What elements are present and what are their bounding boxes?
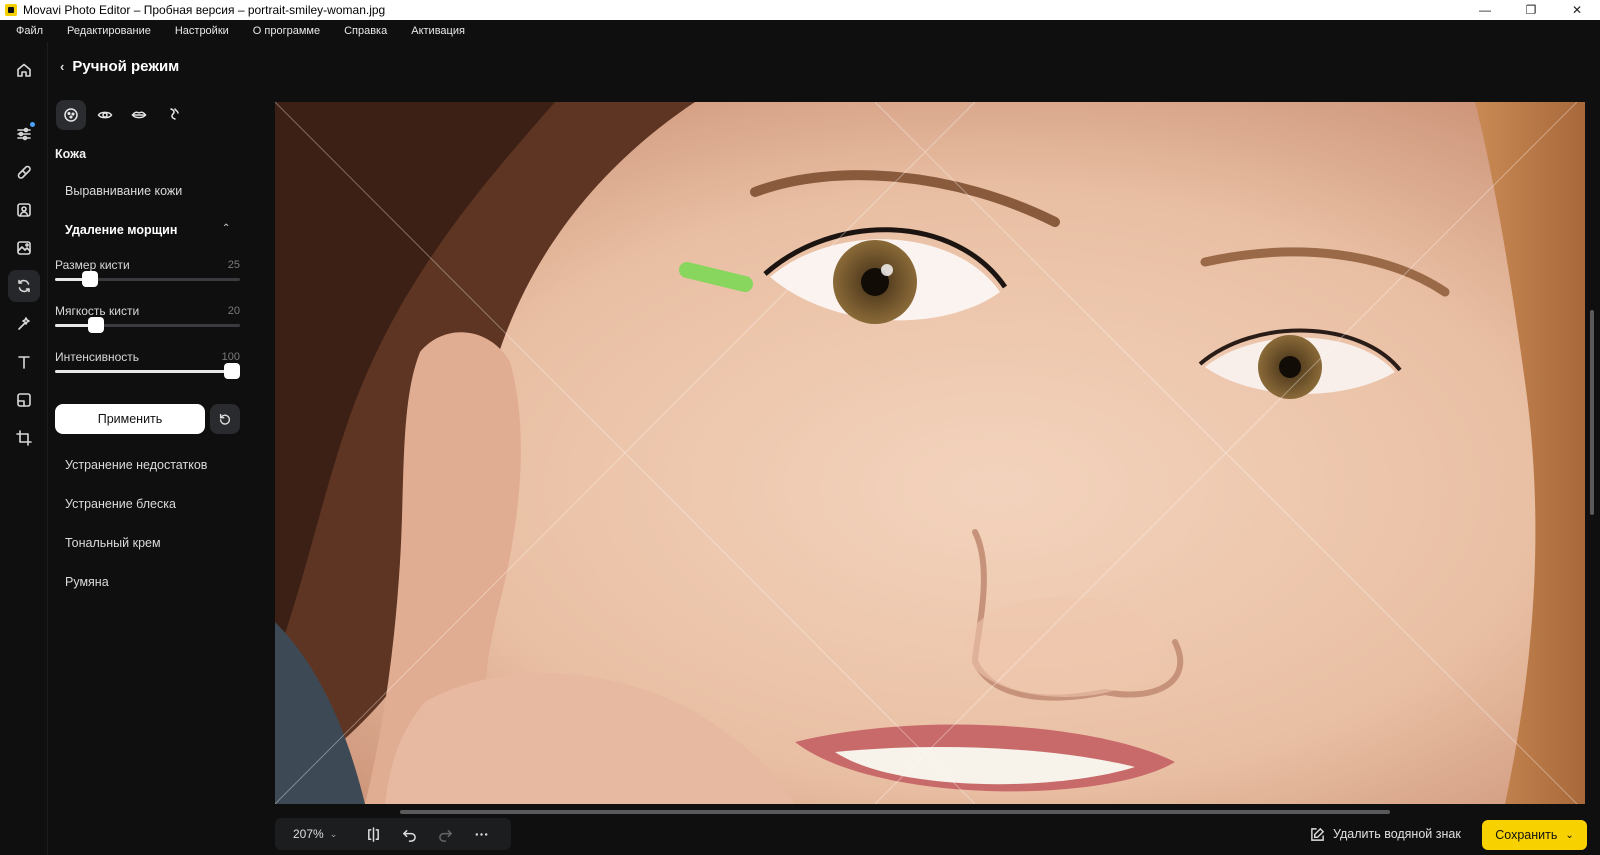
- skin-icon: [64, 108, 78, 122]
- magic-icon: [18, 317, 30, 330]
- tab-hair[interactable]: [158, 100, 188, 130]
- minimize-button[interactable]: —: [1462, 0, 1508, 20]
- compare-button[interactable]: [355, 818, 391, 850]
- retouch-button[interactable]: [8, 156, 40, 188]
- vertical-scrollbar[interactable]: [1590, 310, 1594, 515]
- menu-edit[interactable]: Редактирование: [55, 25, 163, 37]
- brush-softness-thumb[interactable]: [87, 317, 104, 333]
- hair-icon: [170, 108, 179, 120]
- brush-size-thumb[interactable]: [82, 271, 99, 287]
- chevron-down-icon: ⌄: [329, 828, 338, 839]
- menu-bar: Файл Редактирование Настройки О программ…: [0, 20, 1600, 42]
- portrait-icon: [17, 203, 31, 217]
- tool-blemish-removal[interactable]: Устранение недостатков: [65, 458, 207, 472]
- redo-button[interactable]: [427, 818, 463, 850]
- intensity-label: Интенсивность: [55, 350, 140, 364]
- watermark-edit-icon: [1311, 827, 1325, 841]
- tool-rail: [0, 42, 48, 855]
- intensity-slider: Интенсивность 100: [55, 350, 240, 379]
- redo-icon: [438, 829, 452, 842]
- apply-button[interactable]: Применить: [55, 404, 205, 434]
- close-button[interactable]: ✕: [1554, 0, 1600, 20]
- menu-file[interactable]: Файл: [4, 25, 55, 37]
- horizontal-scrollbar[interactable]: [400, 810, 1390, 814]
- chevron-up-icon[interactable]: ⌃: [222, 223, 230, 234]
- eye-icon: [97, 111, 113, 119]
- lips-icon: [131, 111, 147, 119]
- tool-shine-removal[interactable]: Устранение блеска: [65, 497, 176, 511]
- more-icon: [475, 832, 487, 836]
- brush-size-track[interactable]: [55, 271, 240, 287]
- tool-blush[interactable]: Румяна: [65, 575, 109, 589]
- intensity-track[interactable]: [55, 363, 240, 379]
- manual-retouch-button[interactable]: [8, 270, 40, 302]
- menu-about[interactable]: О программе: [241, 25, 332, 37]
- menu-activation[interactable]: Активация: [399, 25, 477, 37]
- remove-watermark-label: Удалить водяной знак: [1333, 827, 1461, 841]
- crop-button[interactable]: [8, 422, 40, 454]
- section-skin-title: Кожа: [55, 147, 87, 161]
- brush-size-slider: Размер кисти 25: [55, 258, 240, 287]
- manual-retouch-icon: [18, 279, 30, 293]
- chevron-down-icon[interactable]: ⌄: [1565, 830, 1573, 841]
- undo-icon: [402, 829, 416, 842]
- magic-button[interactable]: [8, 308, 40, 340]
- tool-wrinkle-removal[interactable]: Удаление морщин ⌃: [65, 223, 230, 237]
- portrait-button[interactable]: [8, 194, 40, 226]
- brush-softness-value: 20: [227, 305, 240, 317]
- panel-title: Ручной режим: [72, 58, 180, 75]
- window-title: Movavi Photo Editor – Пробная версия – p…: [23, 3, 386, 17]
- text-icon: [18, 356, 30, 369]
- panel-header[interactable]: ‹ Ручной режим: [60, 58, 179, 75]
- intensity-value: 100: [221, 351, 240, 363]
- home-icon: [17, 63, 31, 77]
- objects-icon: [17, 393, 31, 407]
- manual-mode-panel: ‹ Ручной режим Кожа Выравнивание кожи Уд…: [48, 42, 260, 855]
- portrait-photo: [275, 102, 1585, 804]
- notification-dot: [30, 122, 35, 127]
- brush-size-value: 25: [227, 259, 240, 271]
- face-part-tabs: [56, 100, 188, 130]
- adjust-icon: [17, 127, 31, 141]
- title-bar: Movavi Photo Editor – Пробная версия – p…: [0, 0, 1600, 20]
- tool-wrinkle-removal-label: Удаление морщин: [65, 223, 178, 237]
- remove-watermark-button[interactable]: Удалить водяной знак: [1310, 824, 1461, 844]
- brush-softness-track[interactable]: [55, 317, 240, 333]
- compare-icon: [367, 826, 379, 842]
- image-enhance-icon: [17, 241, 31, 255]
- slider-fill: [55, 370, 240, 373]
- zoom-dropdown[interactable]: 207% ⌄: [275, 827, 355, 841]
- menu-settings[interactable]: Настройки: [163, 25, 241, 37]
- crop-icon: [16, 430, 32, 446]
- tab-lips[interactable]: [124, 100, 154, 130]
- tool-foundation[interactable]: Тональный крем: [65, 536, 161, 550]
- more-button[interactable]: [463, 818, 499, 850]
- brush-softness-label: Мягкость кисти: [55, 304, 140, 318]
- bandage-icon: [17, 165, 31, 179]
- text-button[interactable]: [8, 346, 40, 378]
- undo-button[interactable]: [391, 818, 427, 850]
- tab-skin[interactable]: [56, 100, 86, 130]
- reset-button[interactable]: [210, 404, 240, 434]
- save-button[interactable]: Сохранить ⌄: [1482, 820, 1587, 850]
- view-toolbar: 207% ⌄: [275, 818, 511, 850]
- intensity-thumb[interactable]: [224, 363, 240, 379]
- app-logo-icon: [5, 4, 17, 16]
- tab-eyes[interactable]: [90, 100, 120, 130]
- menu-help[interactable]: Справка: [332, 25, 399, 37]
- reset-icon: [219, 413, 231, 425]
- brush-softness-slider: Мягкость кисти 20: [55, 304, 240, 333]
- photo-canvas[interactable]: [275, 102, 1585, 804]
- home-button[interactable]: [8, 54, 40, 86]
- tool-skin-smoothing[interactable]: Выравнивание кожи: [65, 184, 182, 198]
- adjust-button[interactable]: [8, 118, 40, 150]
- brush-size-label: Размер кисти: [55, 258, 130, 272]
- objects-button[interactable]: [8, 384, 40, 416]
- back-chevron-icon[interactable]: ‹: [60, 59, 64, 74]
- maximize-button[interactable]: ❐: [1508, 0, 1554, 20]
- save-label: Сохранить: [1495, 828, 1558, 842]
- enhance-button[interactable]: [8, 232, 40, 264]
- zoom-value: 207%: [293, 827, 324, 841]
